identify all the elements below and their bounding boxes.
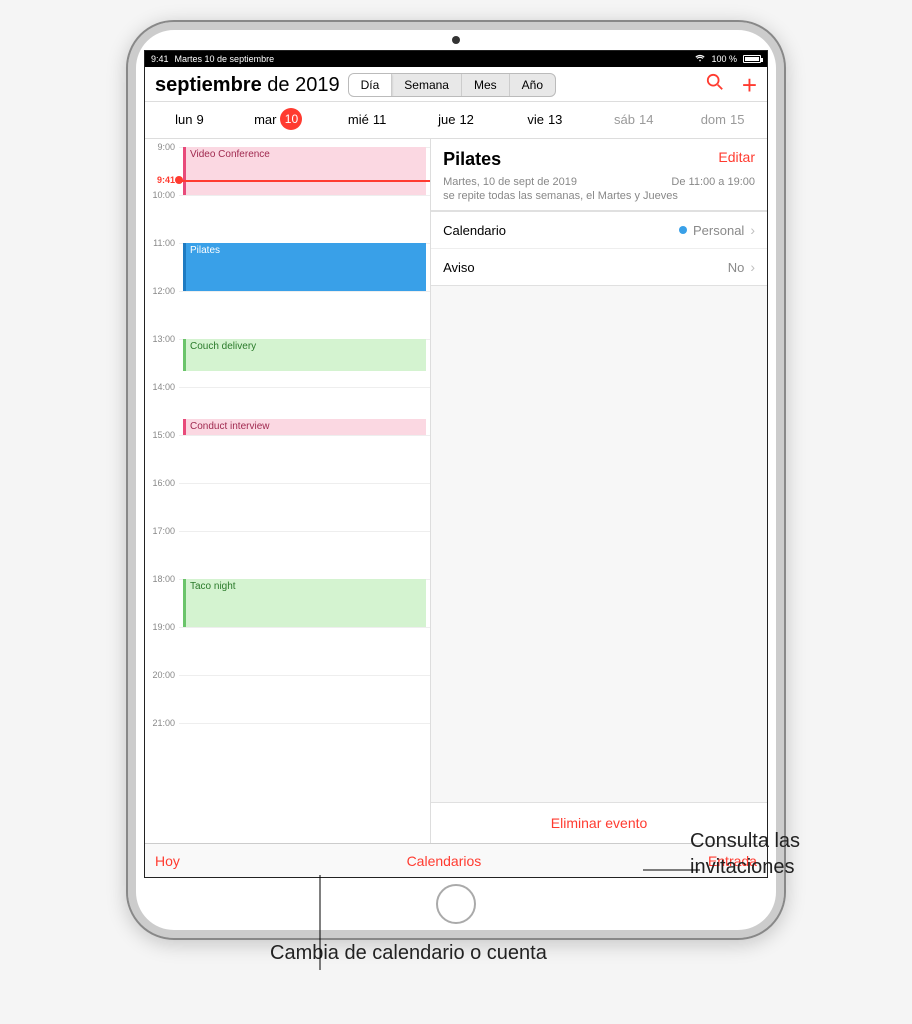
hour-label-10: 10:00: [145, 190, 175, 200]
calendars-button[interactable]: Calendarios: [407, 853, 482, 869]
alert-row-label: Aviso: [443, 260, 475, 275]
event-conduct-interview[interactable]: Conduct interview: [183, 419, 426, 435]
view-segmented-control[interactable]: DíaSemanaMesAño: [348, 73, 556, 97]
status-battery: 100 %: [711, 54, 737, 64]
alert-row[interactable]: Aviso No ›: [431, 249, 767, 285]
alert-row-value: No: [728, 260, 745, 275]
hour-label-16: 16:00: [145, 478, 175, 488]
add-event-icon[interactable]: +: [742, 76, 757, 94]
event-detail-header: Pilates Editar Martes, 10 de sept de 201…: [431, 139, 767, 211]
device-camera: [452, 36, 460, 44]
chevron-right-icon: ›: [750, 222, 755, 238]
segment-semana[interactable]: Semana: [392, 74, 462, 96]
chevron-right-icon: ›: [750, 259, 755, 275]
calendar-header: septiembre de 2019 DíaSemanaMesAño +: [145, 67, 767, 102]
hour-line-12: [179, 291, 430, 292]
main-content: 9:00 10:00 11:00 12:00 13:00 14:00 15:00 16:00 1…: [145, 139, 767, 843]
event-time: De 11:00 a 19:00: [671, 176, 755, 188]
hour-label-17: 17:00: [145, 526, 175, 536]
hour-line-15: [179, 435, 430, 436]
callout-inbox: Consulta las invitaciones: [690, 828, 900, 880]
status-bar: 9:41 Martes 10 de septiembre 100 %: [145, 51, 767, 67]
search-icon[interactable]: [706, 73, 724, 97]
hour-line-20: [179, 675, 430, 676]
event-video-conference[interactable]: Video Conference: [183, 147, 426, 195]
hour-label-14: 14:00: [145, 382, 175, 392]
hour-label-20: 20:00: [145, 670, 175, 680]
hour-label-19: 19:00: [145, 622, 175, 632]
battery-icon: [743, 55, 761, 63]
hour-line-10: [179, 195, 430, 196]
hour-line-16: [179, 483, 430, 484]
today-badge: 10: [280, 108, 302, 130]
hour-label-13: 13:00: [145, 334, 175, 344]
event-detail-pane: Pilates Editar Martes, 10 de sept de 201…: [431, 139, 767, 843]
segment-día[interactable]: Día: [349, 74, 393, 96]
now-indicator-label: 9:41: [145, 175, 175, 185]
calendar-row-value: Personal: [693, 223, 744, 238]
event-pilates[interactable]: Pilates: [183, 243, 426, 291]
event-taco-night[interactable]: Taco night: [183, 579, 426, 627]
hour-label-18: 18:00: [145, 574, 175, 584]
day-vie-13[interactable]: vie13: [500, 108, 589, 130]
ipad-device-frame: 9:41 Martes 10 de septiembre 100 % septi…: [126, 20, 786, 940]
hour-label-9: 9:00: [145, 142, 175, 152]
status-time: 9:41: [151, 54, 169, 64]
segment-mes[interactable]: Mes: [462, 74, 510, 96]
day-lun-9[interactable]: lun9: [145, 108, 234, 130]
hour-line-19: [179, 627, 430, 628]
today-button[interactable]: Hoy: [155, 853, 180, 869]
day-mar-10[interactable]: mar10: [234, 108, 323, 130]
hour-line-17: [179, 531, 430, 532]
event-detail-rows: Calendario Personal › Aviso No ›: [431, 211, 767, 286]
month-title: septiembre de 2019: [155, 74, 340, 97]
event-couch-delivery[interactable]: Couch delivery: [183, 339, 426, 371]
calendar-row[interactable]: Calendario Personal ›: [431, 212, 767, 249]
edit-button[interactable]: Editar: [718, 149, 755, 165]
event-title: Pilates: [443, 149, 501, 170]
day-mié-11[interactable]: mié11: [323, 108, 412, 130]
week-day-strip: lun9mar10mié11jue12vie13sáb14dom15: [145, 102, 767, 139]
wifi-icon: [695, 54, 705, 64]
now-indicator-line: [179, 180, 430, 182]
calendar-color-dot: [679, 226, 687, 234]
hour-label-11: 11:00: [145, 238, 175, 248]
day-dom-15[interactable]: dom15: [678, 108, 767, 130]
day-sáb-14[interactable]: sáb14: [589, 108, 678, 130]
bottom-toolbar: Hoy Calendarios Entrada: [145, 843, 767, 877]
hour-line-21: [179, 723, 430, 724]
day-jue-12[interactable]: jue12: [412, 108, 501, 130]
hour-label-21: 21:00: [145, 718, 175, 728]
hour-label-12: 12:00: [145, 286, 175, 296]
now-indicator-dot: [175, 176, 183, 184]
screen: 9:41 Martes 10 de septiembre 100 % septi…: [144, 50, 768, 878]
home-button[interactable]: [436, 884, 476, 924]
day-timeline[interactable]: 9:00 10:00 11:00 12:00 13:00 14:00 15:00 16:00 1…: [145, 139, 431, 843]
callout-calendars: Cambia de calendario o cuenta: [270, 940, 670, 966]
event-date: Martes, 10 de sept de 2019: [443, 176, 577, 188]
segment-año[interactable]: Año: [510, 74, 555, 96]
event-repeat: se repite todas las semanas, el Martes y…: [443, 190, 755, 202]
hour-line-14: [179, 387, 430, 388]
status-date: Martes 10 de septiembre: [175, 54, 275, 64]
hour-label-15: 15:00: [145, 430, 175, 440]
calendar-row-label: Calendario: [443, 223, 506, 238]
